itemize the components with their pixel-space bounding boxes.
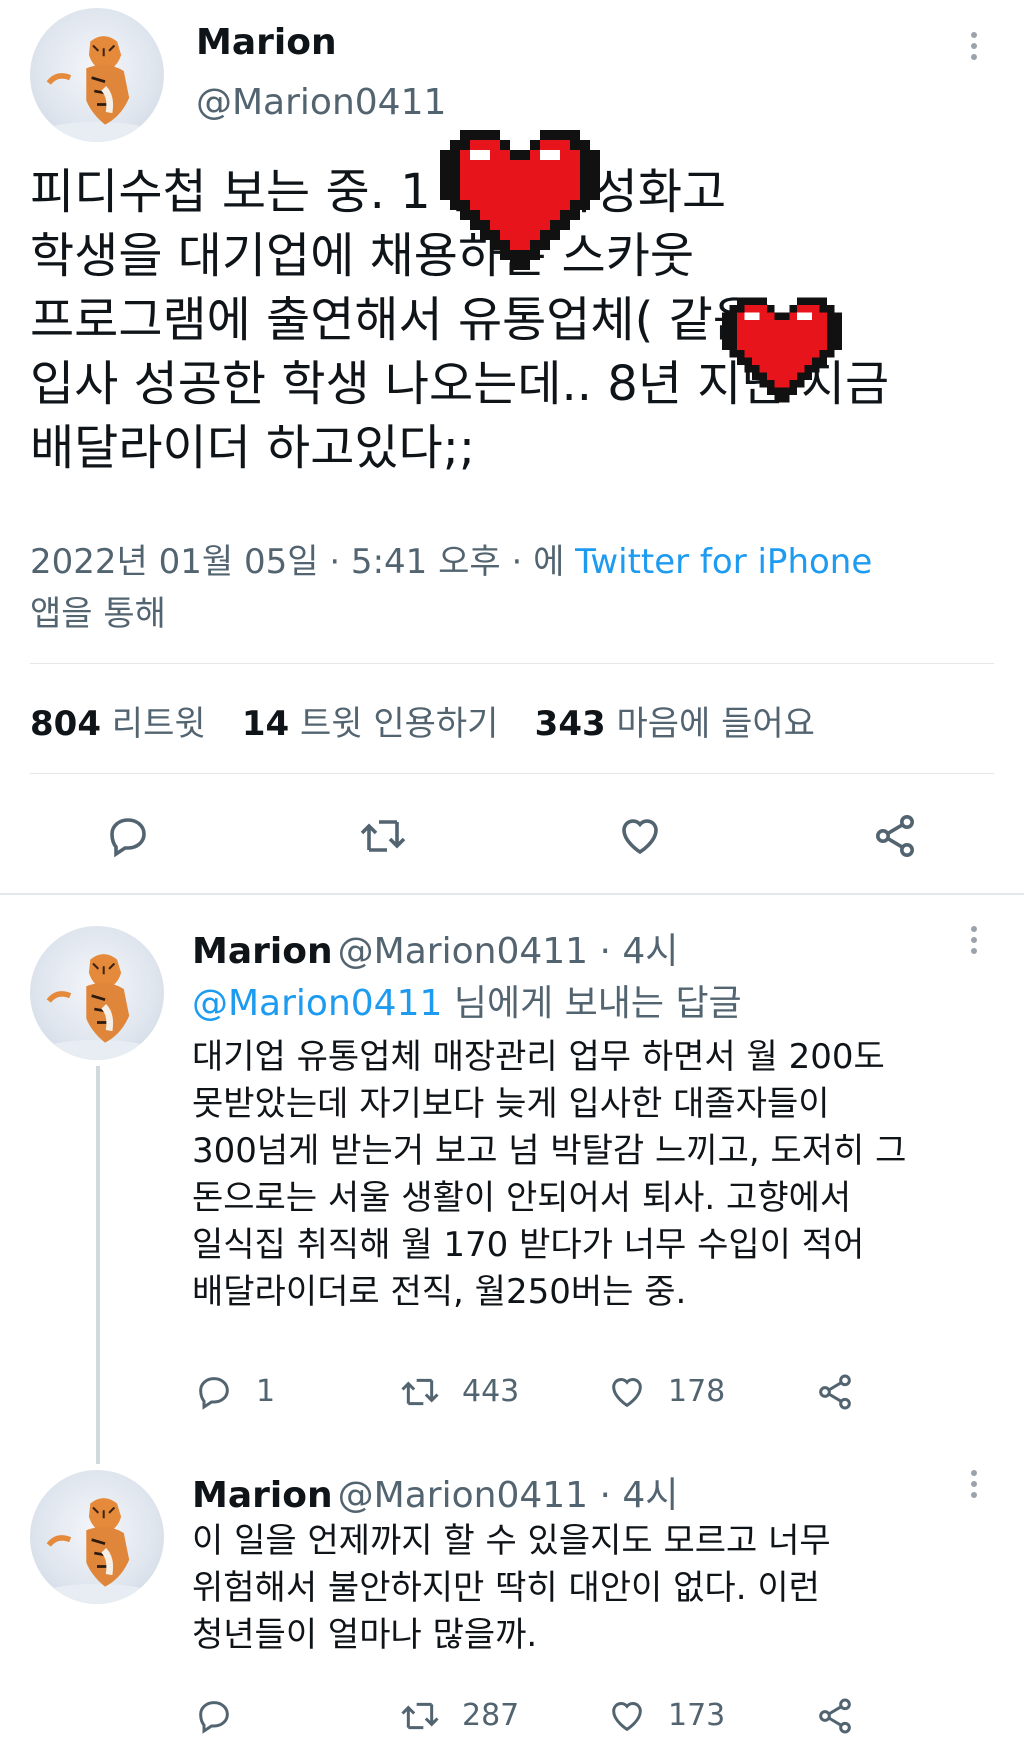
- avatar[interactable]: [30, 8, 164, 142]
- share-icon[interactable]: [814, 1372, 856, 1412]
- tweet-meta: 2022년 01월 05일 · 5:41 오후 · 에 Twitter for …: [30, 534, 872, 583]
- quotes-stat[interactable]: 14 트윗 인용하기: [242, 704, 499, 744]
- reply-text-line: 이 일을 언제까지 할 수 있을지도 모르고 너무: [192, 1521, 831, 1561]
- tiger-avatar-image: [36, 36, 158, 142]
- heart-icon[interactable]: [606, 1372, 648, 1412]
- retweet-icon[interactable]: [398, 1372, 442, 1412]
- tiger-avatar-image: [36, 1498, 158, 1604]
- likes-stat[interactable]: 343 마음에 들어요: [535, 704, 815, 744]
- reply-author-name[interactable]: Marion: [192, 931, 333, 972]
- reply-icon[interactable]: [194, 1372, 234, 1412]
- more-icon[interactable]: [969, 32, 979, 65]
- reply-text-line: 청년들이 얼마나 많을까.: [192, 1615, 538, 1655]
- reply-text-line: 못받았는데 자기보다 늦게 입사한 대졸자들이: [192, 1084, 830, 1124]
- retweet-count: 443: [462, 1374, 520, 1409]
- more-icon[interactable]: [969, 1470, 979, 1503]
- divider: [30, 773, 994, 774]
- tweet-meta-suffix: 앱을 통해: [30, 594, 166, 634]
- replying-to: @Marion0411 님에게 보내는 답글: [192, 983, 742, 1024]
- thread-line: [96, 1066, 100, 1464]
- reply-icon[interactable]: [194, 1696, 234, 1736]
- reply-text: 이 일을 언제까지 할 수 있을지도 모르고 너무 위험해서 불안하지만 딱히 …: [192, 1518, 831, 1659]
- avatar[interactable]: [30, 926, 164, 1060]
- reply-text-line: 300넘게 받는거 보고 넘 박탈감 느끼고, 도저히 그: [192, 1131, 907, 1171]
- tweet-stats: 804 리트윗 14 트윗 인용하기 343 마음에 들어요: [30, 696, 815, 745]
- retweet-icon[interactable]: [398, 1696, 442, 1736]
- like-count: 178: [668, 1374, 726, 1409]
- share-icon[interactable]: [814, 1696, 856, 1736]
- author-name[interactable]: Marion: [196, 22, 337, 63]
- pixel-heart-sticker: [722, 295, 842, 405]
- reply-icon[interactable]: [104, 812, 152, 860]
- reply-text-line: 대기업 유통업체 매장관리 업무 하면서 월 200도: [192, 1037, 885, 1077]
- section-divider: [0, 893, 1024, 895]
- tweet-source-link[interactable]: Twitter for iPhone: [575, 542, 872, 582]
- replying-to-handle[interactable]: @Marion0411: [192, 983, 442, 1024]
- avatar[interactable]: [30, 1470, 164, 1604]
- heart-icon[interactable]: [615, 812, 665, 860]
- reply-author-name[interactable]: Marion: [192, 1475, 333, 1516]
- reply-count: 1: [256, 1374, 276, 1409]
- reply-author-handle[interactable]: @Marion0411 · 4시: [338, 1475, 679, 1516]
- tweet-text-line: 배달라이더 하고있다;;: [30, 420, 476, 476]
- divider: [30, 663, 994, 664]
- author-handle[interactable]: @Marion0411: [196, 82, 446, 123]
- more-icon[interactable]: [969, 926, 979, 959]
- reply-text-line: 위험해서 불안하지만 딱히 대안이 없다. 이런: [192, 1568, 820, 1608]
- retweet-count: 287: [462, 1698, 520, 1733]
- reply-text-line: 배달라이더로 전직, 월250버는 중.: [192, 1272, 687, 1312]
- heart-icon[interactable]: [606, 1696, 648, 1736]
- reply-text: 대기업 유통업체 매장관리 업무 하면서 월 200도 못받았는데 자기보다 늦…: [192, 1034, 906, 1316]
- reply-header: Marion @Marion0411 · 4시: [192, 922, 678, 974]
- like-count: 173: [668, 1698, 726, 1733]
- tweet-timestamp[interactable]: 2022년 01월 05일 · 5:41 오후 · 에: [30, 542, 575, 582]
- pixel-heart-sticker: [440, 130, 600, 270]
- reply-text-line: 돈으로는 서울 생활이 안되어서 퇴사. 고향에서: [192, 1178, 852, 1218]
- reply-author-handle[interactable]: @Marion0411 · 4시: [338, 931, 679, 972]
- reply-text-line: 일식집 취직해 월 170 받다가 너무 수입이 적어: [192, 1225, 865, 1265]
- tiger-avatar-image: [36, 954, 158, 1060]
- share-icon[interactable]: [870, 812, 920, 860]
- retweet-icon[interactable]: [357, 812, 409, 860]
- reply-header: Marion @Marion0411 · 4시: [192, 1466, 678, 1518]
- retweets-stat[interactable]: 804 리트윗: [30, 704, 206, 744]
